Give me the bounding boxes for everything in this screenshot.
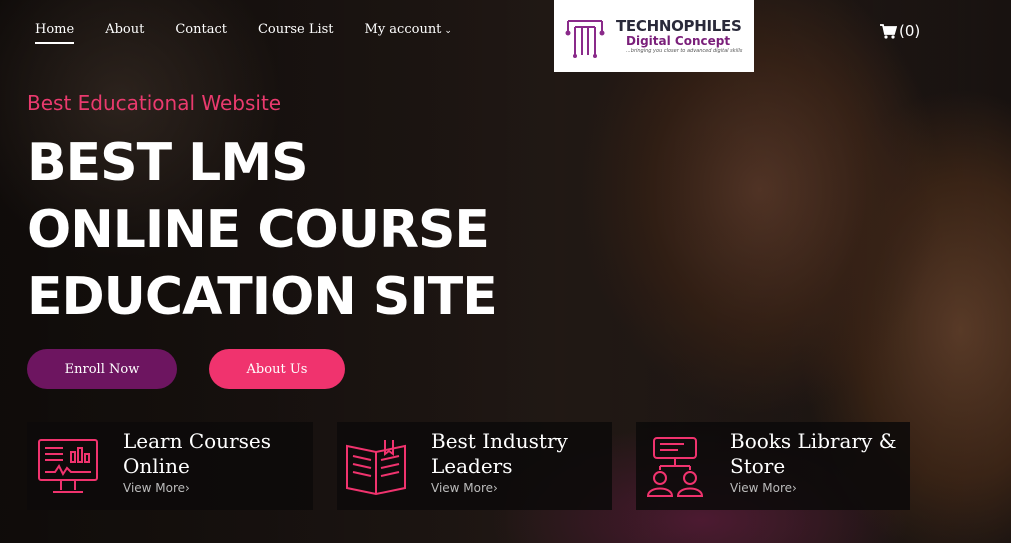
- feature-title: Books Library & Store: [730, 429, 897, 478]
- feature-card-learn-courses[interactable]: Learn Courses Online View More›: [27, 422, 313, 510]
- monitor-chart-icon: [38, 439, 98, 493]
- circuit-logo-icon: [565, 20, 605, 58]
- nav-my-account-label: My account: [364, 22, 442, 37]
- cart-count: (0): [899, 22, 921, 40]
- nav-about[interactable]: About: [105, 22, 144, 37]
- view-more-link[interactable]: View More›: [730, 481, 897, 495]
- logo-subtitle: Digital Concept: [626, 34, 731, 48]
- feature-card-books-library[interactable]: Books Library & Store View More›: [636, 422, 910, 510]
- nav-contact[interactable]: Contact: [175, 22, 227, 37]
- logo-title: TECHNOPHILES: [616, 17, 742, 35]
- feature-title: Learn Courses Online: [123, 429, 271, 478]
- main-nav: Home About Contact Course List My accoun…: [35, 22, 483, 44]
- site-logo[interactable]: TECHNOPHILES Digital Concept ...bringing…: [554, 0, 754, 72]
- view-more-link[interactable]: View More›: [123, 481, 271, 495]
- about-us-button[interactable]: About Us: [209, 349, 345, 389]
- view-more-link[interactable]: View More›: [431, 481, 568, 495]
- cart-button[interactable]: (0): [880, 22, 920, 40]
- open-book-icon: [346, 440, 406, 496]
- logo-tagline: ...bringing you closer to advanced digit…: [626, 48, 743, 54]
- headline-line-3: EDUCATION SITE: [27, 267, 498, 327]
- hero-headline: BEST LMS ONLINE COURSE EDUCATION SITE: [27, 130, 498, 331]
- cart-icon: [880, 23, 897, 39]
- feature-title: Best Industry Leaders: [431, 429, 568, 478]
- enroll-now-button[interactable]: Enroll Now: [27, 349, 177, 389]
- feature-card-industry-leaders[interactable]: Best Industry Leaders View More›: [337, 422, 612, 510]
- nav-home[interactable]: Home: [35, 22, 75, 44]
- nav-course-list[interactable]: Course List: [258, 22, 334, 37]
- headline-line-1: BEST LMS: [27, 133, 309, 193]
- nav-my-account[interactable]: My account ⌄: [365, 22, 452, 37]
- hero-kicker: Best Educational Website: [27, 91, 282, 115]
- chevron-down-icon: ⌄: [444, 26, 452, 36]
- headline-line-2: ONLINE COURSE: [27, 200, 490, 260]
- library-people-icon: [646, 437, 704, 497]
